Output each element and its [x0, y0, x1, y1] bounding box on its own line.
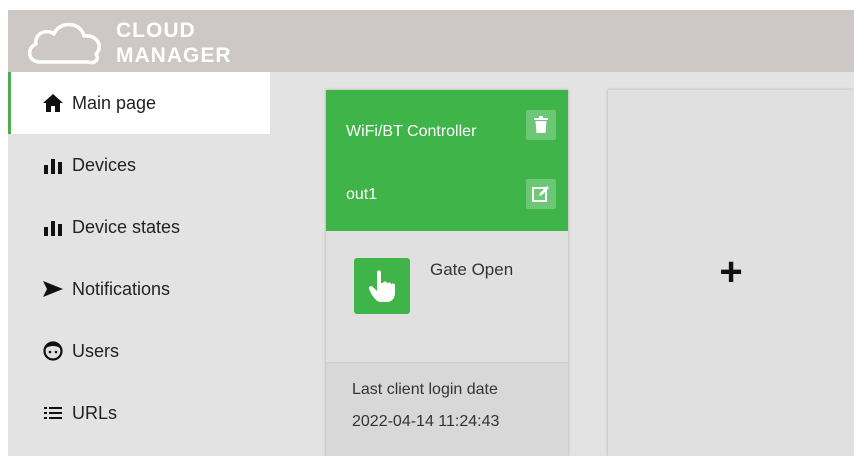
device-name: WiFi/BT Controller: [346, 123, 477, 140]
hand-pointer-icon: [368, 270, 395, 302]
logo-line-1: CLOUD: [116, 19, 196, 42]
edit-button[interactable]: [526, 179, 556, 209]
last-login-date: 2022-04-14 11:24:43: [352, 413, 500, 430]
app-logo[interactable]: CLOUD MANAGER: [22, 14, 262, 70]
sidebar-item-notifications[interactable]: Notifications: [8, 258, 270, 320]
logo-line-2: MANAGER: [116, 44, 232, 67]
home-icon: [42, 93, 64, 113]
app-window: CLOUD MANAGER Main page Devices Device s…: [8, 10, 854, 456]
add-device-card[interactable]: +: [608, 90, 854, 456]
sidebar-item-urls[interactable]: URLs: [8, 382, 270, 444]
plus-icon: +: [719, 250, 743, 294]
cloud-icon: [27, 22, 101, 65]
sidebar-item-label: Device states: [72, 216, 181, 237]
device-output: out1: [346, 186, 378, 203]
top-bar: CLOUD MANAGER: [8, 10, 854, 72]
sidebar-item-label: Main page: [72, 92, 157, 113]
bar-chart-icon: [42, 217, 64, 237]
user-face-icon: [42, 341, 64, 361]
sidebar-item-label: Notifications: [72, 278, 171, 299]
sidebar: Main page Devices Device states Notifica…: [8, 72, 270, 456]
bar-chart-icon: [42, 155, 64, 175]
sidebar-item-main-page[interactable]: Main page: [8, 72, 270, 134]
trash-icon: [534, 116, 548, 133]
gate-open-button[interactable]: [354, 258, 410, 314]
sidebar-item-users[interactable]: Users: [8, 320, 270, 382]
sidebar-item-devices[interactable]: Devices: [8, 134, 270, 196]
device-card: WiFi/BT Controller out1 Gate Open Last c…: [326, 90, 568, 456]
send-icon: [42, 279, 64, 299]
sidebar-item-label: Users: [72, 340, 120, 361]
delete-button[interactable]: [526, 110, 556, 140]
device-card-header: WiFi/BT Controller out1: [326, 90, 568, 231]
device-card-footer: Last client login date 2022-04-14 11:24:…: [326, 363, 568, 456]
edit-icon: [532, 186, 549, 202]
sidebar-item-device-states[interactable]: Device states: [8, 196, 270, 258]
device-action-area: Gate Open: [326, 231, 568, 363]
action-label: Gate Open: [430, 260, 514, 279]
sidebar-item-label: URLs: [72, 402, 118, 423]
logo-text: CLOUD MANAGER: [116, 18, 232, 68]
last-login-label: Last client login date: [352, 381, 498, 398]
sidebar-item-label: Devices: [72, 154, 137, 175]
list-icon: [42, 403, 64, 423]
